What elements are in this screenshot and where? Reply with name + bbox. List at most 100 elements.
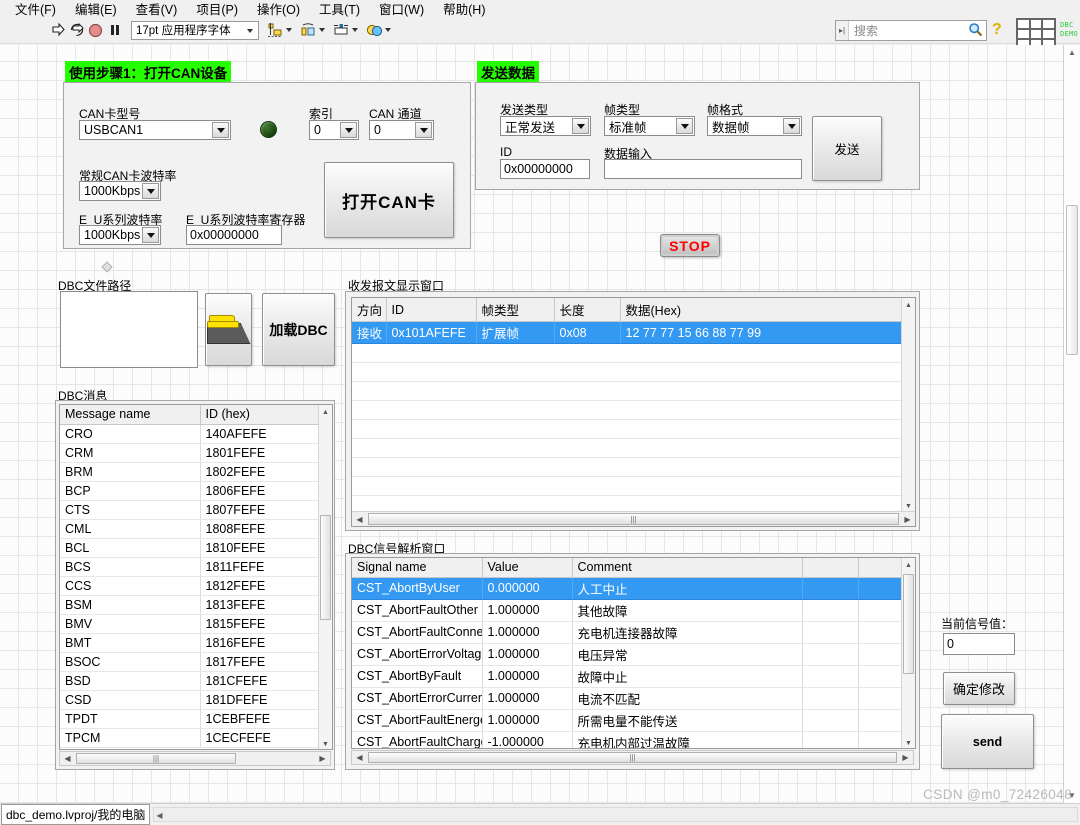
chevron-down-icon[interactable] (415, 122, 432, 138)
chevron-down-icon[interactable] (142, 183, 159, 199)
current-signal-value-input[interactable]: 0 (943, 633, 1015, 655)
chevron-down-icon[interactable] (212, 122, 229, 138)
scroll-up-icon[interactable]: ▲ (902, 558, 915, 572)
menu-item-project[interactable]: 项目(P) (187, 0, 248, 18)
table-row[interactable]: 接收 0x101AFEFE 扩展帧 0x08 12 77 77 15 66 88… (352, 322, 915, 344)
chevron-down-icon[interactable] (142, 227, 159, 243)
table-row[interactable]: CST_AbortFaultOther1.000000其他故障 (352, 599, 915, 621)
list-item[interactable]: CRO140AFEFE (60, 424, 332, 443)
col-message-id[interactable]: ID (hex) (200, 405, 332, 424)
chevron-down-icon[interactable] (340, 122, 357, 138)
scroll-left-icon[interactable]: ◀ (352, 512, 367, 526)
scroll-right-icon[interactable]: ▶ (900, 512, 915, 526)
table-row[interactable] (352, 439, 915, 458)
col-length[interactable]: 长度 (554, 298, 620, 322)
col-frame-type[interactable]: 帧类型 (476, 298, 554, 322)
list-item[interactable]: BRM1802FEFE (60, 462, 332, 481)
list-item[interactable]: BSOC1817FEFE (60, 652, 332, 671)
list-item[interactable]: BCS1811FEFE (60, 557, 332, 576)
list-item[interactable]: BMT1816FEFE (60, 633, 332, 652)
can-card-model-select[interactable]: USBCAN1 (79, 120, 231, 140)
search-drop-handle[interactable]: ▸| (836, 21, 849, 40)
list-item[interactable]: CSD181DFEFE (60, 690, 332, 709)
question-mark-help-icon[interactable]: ? (992, 21, 1002, 39)
dbc-messages-table[interactable]: Message name ID (hex) CRO140AFEFECRM1801… (60, 405, 332, 748)
list-item[interactable]: BCP1806FEFE (60, 481, 332, 500)
list-item[interactable]: BMV1815FEFE (60, 614, 332, 633)
table-row[interactable] (352, 458, 915, 477)
reorder-objects-icon[interactable] (366, 22, 391, 39)
list-item[interactable]: CRM1801FEFE (60, 443, 332, 462)
hscroll-thumb[interactable]: ||| (368, 513, 899, 525)
scroll-left-icon[interactable]: ◀ (60, 752, 75, 765)
send-signal-button[interactable]: send (941, 714, 1034, 769)
table-row[interactable]: CST_AbortByUser0.000000人工中止 (352, 577, 915, 599)
dbc-signals-vscrollbar[interactable]: ▲ ▼ (901, 558, 915, 749)
vscroll-thumb[interactable] (320, 515, 331, 620)
send-frame-button[interactable]: 发送 (812, 116, 882, 181)
message-table[interactable]: 方向 ID 帧类型 长度 数据(Hex) 接收 0x101AFEFE 扩展帧 0… (352, 298, 915, 515)
dbc-messages-hscrollbar[interactable]: ◀ ||| ▶ (59, 751, 331, 766)
col-data-hex[interactable]: 数据(Hex) (620, 298, 915, 322)
run-arrow-icon[interactable] (48, 21, 67, 40)
menu-item-window[interactable]: 窗口(W) (370, 0, 434, 18)
list-item[interactable]: CCS1812FEFE (60, 576, 332, 595)
scroll-left-icon[interactable]: ◀ (156, 811, 162, 820)
col-id[interactable]: ID (386, 298, 476, 322)
standard-baudrate-select[interactable]: 1000Kbps (79, 181, 161, 201)
confirm-modify-button[interactable]: 确定修改 (943, 672, 1015, 705)
project-path-label[interactable]: dbc_demo.lvproj/我的电脑 (1, 804, 150, 825)
abort-execution-icon[interactable] (86, 21, 105, 40)
message-table-hscrollbar[interactable]: ◀ ||| ▶ (352, 511, 915, 526)
menu-item-operate[interactable]: 操作(O) (248, 0, 310, 18)
distribute-objects-icon[interactable] (300, 22, 325, 39)
stop-button[interactable]: STOP (660, 234, 720, 257)
menu-item-tools[interactable]: 工具(T) (310, 0, 370, 18)
search-input[interactable]: 搜索 (849, 22, 964, 39)
panel-vertical-scrollbar[interactable]: ▲ ▼ (1063, 45, 1080, 803)
col-direction[interactable]: 方向 (352, 298, 386, 322)
table-row[interactable] (352, 382, 915, 401)
menu-item-edit[interactable]: 编辑(E) (66, 0, 127, 18)
hscroll-thumb[interactable]: ||| (368, 752, 897, 763)
scroll-down-icon[interactable]: ▼ (319, 737, 332, 750)
panel-vscroll-thumb[interactable] (1066, 205, 1078, 355)
scroll-left-icon[interactable]: ◀ (352, 751, 367, 764)
table-row[interactable]: CST_AbortErrorVoltage1.000000电压异常 (352, 643, 915, 665)
list-item[interactable]: BCL1810FEFE (60, 538, 332, 557)
dbc-messages-vscrollbar[interactable]: ▲ ▼ (318, 405, 332, 750)
table-row[interactable]: CST_AbortErrorCurrent1.000000电流不匹配 (352, 687, 915, 709)
scroll-up-icon[interactable]: ▲ (1064, 45, 1080, 60)
can-channel-select[interactable]: 0 (369, 120, 434, 140)
send-id-input[interactable]: 0x00000000 (500, 159, 590, 179)
scroll-down-icon[interactable]: ▼ (1064, 788, 1080, 803)
list-item[interactable]: BSD181CFEFE (60, 671, 332, 690)
font-selector[interactable]: 17pt 应用程序字体 (131, 21, 259, 40)
col-message-name[interactable]: Message name (60, 405, 200, 424)
scroll-down-icon[interactable]: ▼ (902, 736, 915, 749)
table-row[interactable]: CST_AbortByFault1.000000故障中止 (352, 665, 915, 687)
table-row[interactable] (352, 477, 915, 496)
table-row[interactable] (352, 401, 915, 420)
list-item[interactable]: BSM1813FEFE (60, 595, 332, 614)
table-row[interactable] (352, 344, 915, 363)
table-row[interactable] (352, 420, 915, 439)
scroll-right-icon[interactable]: ▶ (898, 751, 913, 764)
chevron-down-icon[interactable] (676, 118, 693, 134)
chevron-down-icon[interactable] (783, 118, 800, 134)
col-signal-name[interactable]: Signal name (352, 558, 482, 577)
magnifier-icon[interactable] (964, 22, 986, 40)
table-row[interactable]: CST_AbortFaultEnergeT1.000000所需电量不能传送 (352, 709, 915, 731)
scroll-up-icon[interactable]: ▲ (319, 405, 332, 419)
align-objects-icon[interactable] (267, 22, 292, 39)
table-row[interactable]: CST_AbortFaultConneto1.000000充电机连接器故障 (352, 621, 915, 643)
run-continuously-icon[interactable] (67, 21, 86, 40)
table-row[interactable] (352, 363, 915, 382)
vscroll-thumb[interactable] (903, 574, 914, 674)
col-signal-value[interactable]: Value (482, 558, 572, 577)
status-hscrollbar[interactable]: ◀ (153, 807, 1078, 822)
list-item[interactable]: TPCM1CECFEFE (60, 728, 332, 747)
dbc-signals-hscrollbar[interactable]: ◀ ||| ▶ (351, 750, 914, 765)
col-signal-extra-1[interactable] (802, 558, 858, 577)
frame-type-select[interactable]: 标准帧 (604, 116, 695, 136)
